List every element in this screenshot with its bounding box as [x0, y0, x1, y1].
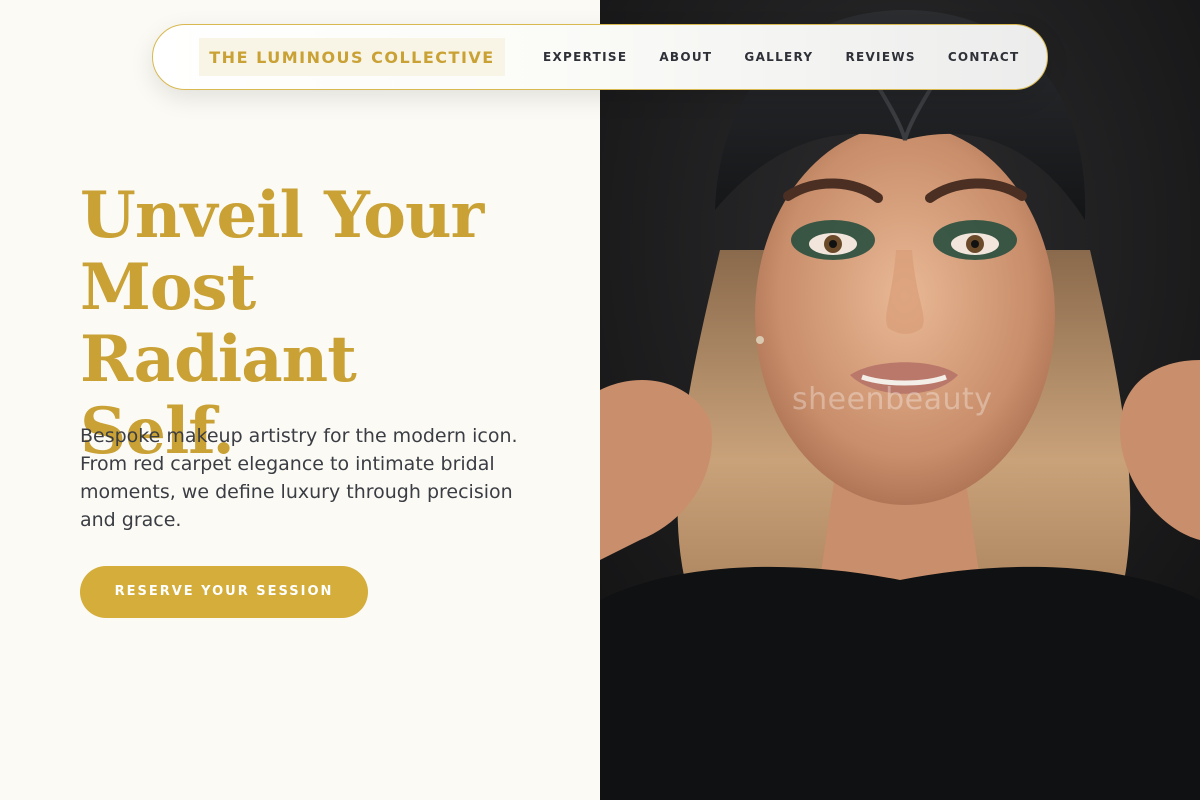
- nav-link-contact[interactable]: CONTACT: [948, 50, 1020, 64]
- nav-link-reviews[interactable]: REVIEWS: [845, 50, 915, 64]
- nav-link-gallery[interactable]: GALLERY: [744, 50, 813, 64]
- top-navbar: THE LUMINOUS COLLECTIVE EXPERTISE ABOUT …: [152, 24, 1048, 90]
- nav-link-expertise[interactable]: EXPERTISE: [543, 50, 627, 64]
- reserve-session-button[interactable]: RESERVE YOUR SESSION: [80, 566, 368, 618]
- photo-watermark: sheenbeauty: [792, 382, 993, 417]
- hero-description: Bespoke makeup artistry for the modern i…: [80, 425, 518, 531]
- headline-line: Most Radiant: [80, 250, 357, 397]
- nav-links: EXPERTISE ABOUT GALLERY REVIEWS CONTACT: [543, 50, 1020, 64]
- nav-link-about[interactable]: ABOUT: [659, 50, 712, 64]
- headline-line: Unveil Your: [80, 178, 484, 253]
- brand-logo[interactable]: THE LUMINOUS COLLECTIVE: [199, 38, 505, 76]
- hero-left-panel: Unveil Your Most Radiant Self. Bespoke m…: [0, 0, 600, 800]
